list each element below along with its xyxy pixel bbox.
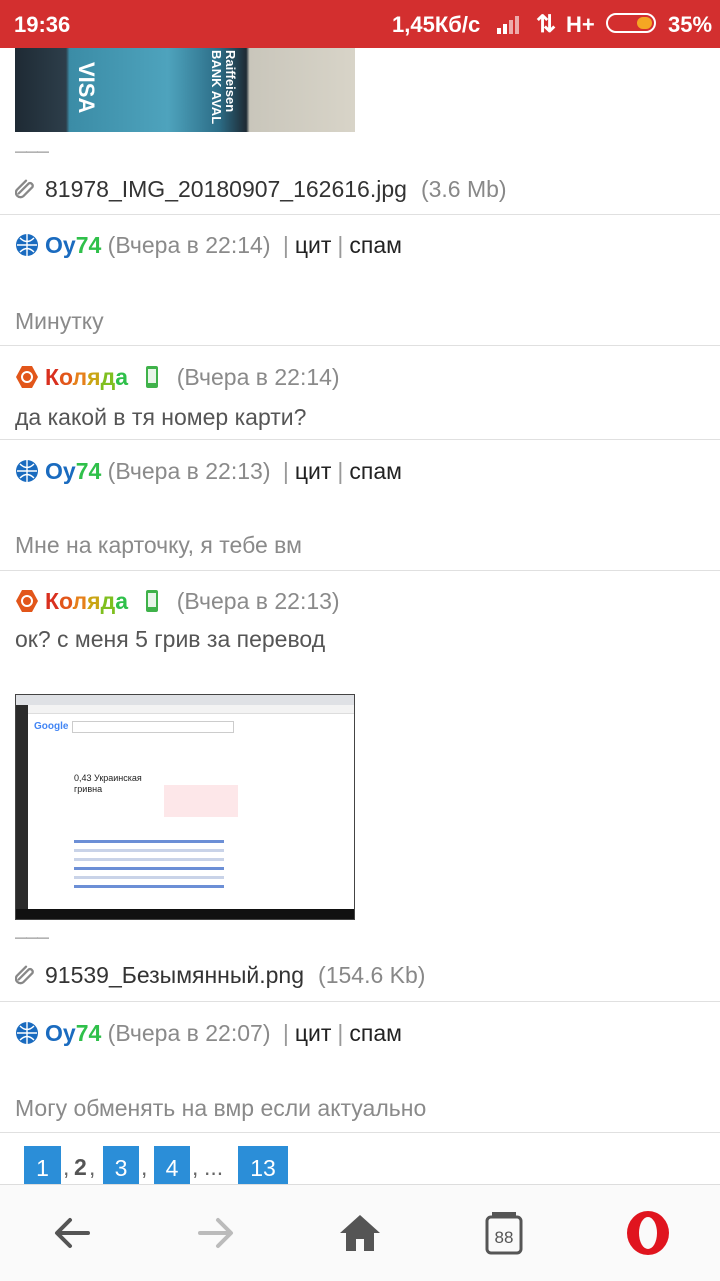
thumb-google-text: Google <box>34 721 69 732</box>
divider-dash: ——— <box>15 144 49 158</box>
divider-dash: ——— <box>15 930 49 944</box>
attachment-filename[interactable]: 91539_Безымянный.png <box>45 962 304 988</box>
post-date: (Вчера в 22:13) <box>176 588 340 614</box>
author-nick[interactable]: Коляда <box>45 588 128 614</box>
svg-text:88: 88 <box>495 1228 514 1247</box>
attachment-size: (154.6 Kb) <box>318 962 426 988</box>
post-date: (Вчера в 22:07) <box>107 1020 271 1046</box>
post-text: Минутку <box>15 308 104 334</box>
page-link-last[interactable]: 13 <box>238 1146 288 1184</box>
post-header: Оу74 (Вчера в 22:07) | цит | спам <box>15 1020 402 1047</box>
data-arrows-icon: ⇅ <box>536 11 557 38</box>
paperclip-icon <box>15 179 34 199</box>
battery-icon <box>606 13 656 33</box>
webmoney-globe-icon <box>16 460 38 482</box>
attachment-image-screenshot[interactable]: Google 0,43 Украинская гривна <box>15 694 355 920</box>
browser-nav-bar: 88 <box>0 1184 720 1281</box>
back-arrow-icon[interactable] <box>48 1209 96 1257</box>
post-date: (Вчера в 22:14) <box>176 364 340 390</box>
author-nick[interactable]: Оу74 <box>45 232 101 258</box>
spam-link[interactable]: спам <box>349 458 402 484</box>
status-time: 19:36 <box>14 12 71 37</box>
home-icon[interactable] <box>336 1209 384 1257</box>
page-link-4[interactable]: 4 <box>154 1146 190 1184</box>
status-network: H+ <box>566 12 595 37</box>
hexagon-avatar-icon <box>16 366 38 388</box>
author-nick[interactable]: Коляда <box>45 364 128 390</box>
post-text: ок? с меня 5 грив за перевод <box>15 626 326 652</box>
status-bar: 19:36 1,45Кб/с ⇅ H+ 35% <box>0 0 720 48</box>
tabs-icon[interactable]: 88 <box>480 1209 528 1257</box>
thumb-rate-text: 0,43 Украинская гривна <box>74 773 142 794</box>
status-battery: 35% <box>668 12 713 37</box>
attachment-file[interactable]: 91539_Безымянный.png (154.6 Kb) <box>15 962 425 989</box>
hexagon-avatar-icon <box>16 590 38 612</box>
webmoney-globe-icon <box>16 1022 38 1044</box>
card-visa-text: VISA <box>74 62 99 114</box>
spam-link[interactable]: спам <box>349 232 402 258</box>
spam-link[interactable]: спам <box>349 1020 402 1046</box>
opera-menu-icon[interactable] <box>624 1209 672 1257</box>
attachment-file[interactable]: 81978_IMG_20180907_162616.jpg (3.6 Mb) <box>15 176 507 203</box>
paperclip-icon <box>15 965 34 985</box>
post-header: Оу74 (Вчера в 22:14) | цит | спам <box>15 232 402 259</box>
signal-icon <box>497 16 519 34</box>
divider <box>0 439 720 440</box>
post-text: Могу обменять на вмр если актуально <box>15 1095 427 1121</box>
quote-link[interactable]: цит <box>295 232 332 258</box>
page-ellipsis: ... <box>204 1154 224 1180</box>
divider <box>0 570 720 571</box>
post-header: Коляда (Вчера в 22:14) <box>15 364 340 391</box>
post-text: да какой в тя номер карти? <box>15 404 307 430</box>
post-header: Коляда (Вчера в 22:13) <box>15 588 340 615</box>
page-current: 2 <box>74 1154 87 1180</box>
mobile-phone-icon <box>146 366 159 388</box>
forward-arrow-icon[interactable] <box>192 1209 240 1257</box>
attachment-filename[interactable]: 81978_IMG_20180907_162616.jpg <box>45 176 407 202</box>
post-date: (Вчера в 22:14) <box>107 232 271 258</box>
attachment-size: (3.6 Mb) <box>420 176 507 202</box>
divider <box>0 1001 720 1002</box>
post-text: Мне на карточку, я тебе вм <box>15 532 302 558</box>
post-header: Оу74 (Вчера в 22:13) | цит | спам <box>15 458 402 485</box>
divider <box>0 345 720 346</box>
author-nick[interactable]: Оу74 <box>45 1020 101 1046</box>
mobile-phone-icon <box>146 590 159 612</box>
card-bank-text: Raiffeisen BANK AVAL <box>209 50 238 125</box>
divider <box>0 214 720 215</box>
attachment-image-card[interactable]: VISA Raiffeisen BANK AVAL <box>15 48 355 132</box>
webmoney-globe-icon <box>16 234 38 256</box>
divider <box>0 1132 720 1133</box>
post-date: (Вчера в 22:13) <box>107 458 271 484</box>
quote-link[interactable]: цит <box>295 458 332 484</box>
author-nick[interactable]: Оу74 <box>45 458 101 484</box>
forum-thread: VISA Raiffeisen BANK AVAL ——— 81978_IMG_2… <box>0 48 720 1184</box>
quote-link[interactable]: цит <box>295 1020 332 1046</box>
page-link-3[interactable]: 3 <box>103 1146 139 1184</box>
page-link-1[interactable]: 1 <box>24 1146 61 1184</box>
status-speed: 1,45Кб/с <box>392 12 481 37</box>
